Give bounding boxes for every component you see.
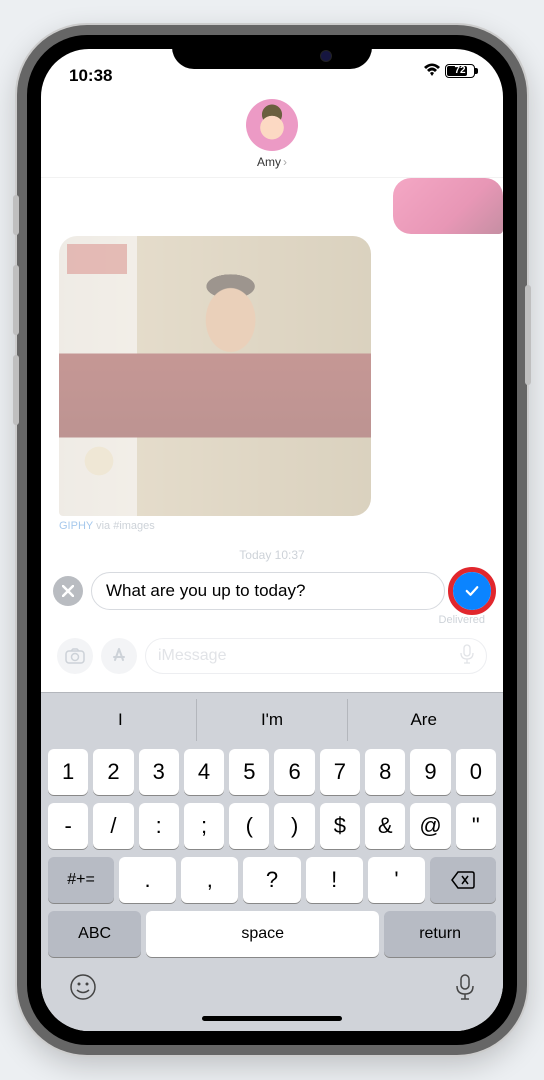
key-row-2: - / : ; ( ) $ & @ ": [48, 803, 496, 849]
gif-source-suffix: via #images: [93, 520, 155, 532]
key-semicolon[interactable]: ;: [184, 803, 224, 849]
status-time: 10:38: [69, 66, 112, 86]
conversation-header[interactable]: Amy›: [41, 93, 503, 178]
battery-percent: 72: [454, 65, 465, 76]
mute-switch: [13, 195, 19, 235]
contact-avatar[interactable]: [246, 99, 298, 151]
key-7[interactable]: 7: [320, 749, 360, 795]
key-amp[interactable]: &: [365, 803, 405, 849]
gif-source-link[interactable]: GIPHY: [59, 520, 93, 532]
notch: [172, 35, 372, 69]
suggestion-2[interactable]: I'm: [197, 699, 349, 741]
key-dollar[interactable]: $: [320, 803, 360, 849]
timestamp-label: Today 10:37: [41, 548, 503, 562]
key-2[interactable]: 2: [93, 749, 133, 795]
app-store-button[interactable]: [101, 638, 137, 674]
emoji-button[interactable]: [69, 973, 97, 1008]
key-backspace[interactable]: [430, 857, 496, 903]
contact-name[interactable]: Amy›: [41, 155, 503, 169]
key-paren-open[interactable]: (: [229, 803, 269, 849]
key-paren-close[interactable]: ): [274, 803, 314, 849]
key-4[interactable]: 4: [184, 749, 224, 795]
wifi-icon: [423, 63, 441, 78]
message-placeholder: iMessage: [158, 647, 226, 665]
cancel-edit-button[interactable]: [53, 576, 83, 606]
compose-row: iMessage: [57, 638, 487, 674]
battery-icon: 72: [445, 64, 475, 78]
edit-message-input[interactable]: What are you up to today?: [91, 572, 445, 610]
key-dash[interactable]: -: [48, 803, 88, 849]
key-colon[interactable]: :: [139, 803, 179, 849]
contact-name-label: Amy: [257, 155, 281, 169]
key-at[interactable]: @: [410, 803, 450, 849]
edit-message-bar: What are you up to today?: [53, 572, 491, 610]
suggestion-1[interactable]: I: [45, 699, 197, 741]
key-row-1: 1 2 3 4 5 6 7 8 9 0: [48, 749, 496, 795]
message-input[interactable]: iMessage: [145, 638, 487, 674]
power-button: [525, 285, 531, 385]
volume-up-button: [13, 265, 19, 335]
key-5[interactable]: 5: [229, 749, 269, 795]
volume-down-button: [13, 355, 19, 425]
key-9[interactable]: 9: [410, 749, 450, 795]
key-row-4: ABC space return: [48, 911, 496, 957]
key-space[interactable]: space: [146, 911, 379, 957]
dictate-button[interactable]: [455, 973, 475, 1008]
home-indicator[interactable]: [202, 1016, 342, 1021]
key-abc[interactable]: ABC: [48, 911, 141, 957]
key-1[interactable]: 1: [48, 749, 88, 795]
phone-frame: 10:38 72 Amy›: [17, 25, 527, 1055]
key-question[interactable]: ?: [243, 857, 300, 903]
key-row-3: #+= . , ? ! ': [48, 857, 496, 903]
key-period[interactable]: .: [119, 857, 176, 903]
sent-image-bubble[interactable]: [393, 178, 503, 234]
dictate-icon[interactable]: [460, 644, 474, 669]
key-comma[interactable]: ,: [181, 857, 238, 903]
received-gif-bubble[interactable]: GIPHY via #images: [59, 236, 371, 532]
key-exclaim[interactable]: !: [306, 857, 363, 903]
key-quote[interactable]: ": [456, 803, 496, 849]
suggestion-bar: I I'm Are: [45, 699, 499, 741]
confirm-edit-button[interactable]: [453, 572, 491, 610]
key-return[interactable]: return: [384, 911, 496, 957]
camera-button[interactable]: [57, 638, 93, 674]
key-6[interactable]: 6: [274, 749, 314, 795]
key-0[interactable]: 0: [456, 749, 496, 795]
key-8[interactable]: 8: [365, 749, 405, 795]
conversation-area: GIPHY via #images Today 10:37 What are y…: [41, 178, 503, 692]
gif-image[interactable]: [59, 236, 371, 516]
key-symbols[interactable]: #+=: [48, 857, 114, 903]
chevron-right-icon: ›: [283, 155, 287, 169]
gif-attribution: GIPHY via #images: [59, 520, 371, 532]
delivered-label: Delivered: [439, 614, 485, 626]
key-apostrophe[interactable]: ': [368, 857, 425, 903]
key-3[interactable]: 3: [139, 749, 179, 795]
keyboard: I I'm Are 1 2 3 4 5 6 7 8 9 0 -: [41, 692, 503, 1031]
suggestion-3[interactable]: Are: [348, 699, 499, 741]
key-slash[interactable]: /: [93, 803, 133, 849]
